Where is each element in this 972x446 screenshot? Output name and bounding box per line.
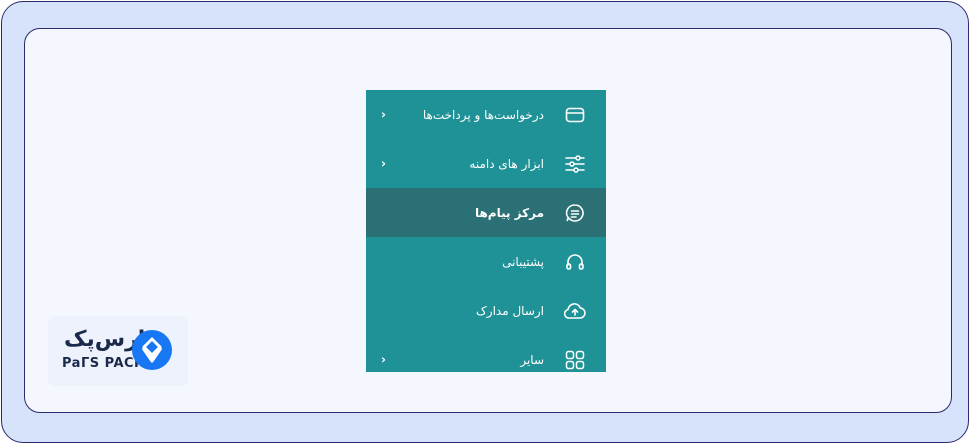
sliders-icon [564, 153, 586, 175]
chevron-icon: › [381, 156, 386, 171]
menu-item-upload-documents[interactable]: ارسال مدارک [366, 286, 606, 335]
menu-item-label: پشتیبانی [502, 254, 544, 269]
chevron-icon: › [381, 352, 386, 367]
menu-item-label: سایر [520, 352, 544, 367]
menu-item-label: درخواست‌ها و پرداخت‌ها [422, 107, 544, 122]
menu-item-label: مرکز پیام‌ها [474, 205, 544, 220]
grid-icon [564, 349, 586, 371]
message-icon [564, 202, 586, 224]
chevron-icon: › [381, 107, 386, 122]
menu-item-message-center[interactable]: مرکز پیام‌ها [366, 188, 606, 237]
menu-item-other[interactable]: سایر › [366, 335, 606, 372]
logo-mark-icon [132, 330, 172, 370]
menu-item-requests-payments[interactable]: درخواست‌ها و پرداخت‌ها › [366, 90, 606, 139]
menu-item-support[interactable]: پشتیبانی [366, 237, 606, 286]
menu-item-label: ابزار های دامنه [469, 156, 544, 171]
headset-icon [564, 251, 586, 273]
parspack-logo: پارس‌پک PaΓS PACK [48, 316, 188, 386]
menu-item-domain-tools[interactable]: ابزار های دامنه › [366, 139, 606, 188]
cloud-upload-icon [564, 300, 586, 322]
credit-card-icon [564, 104, 586, 126]
sidebar-menu: درخواست‌ها و پرداخت‌ها › ابزار های دامنه… [366, 90, 606, 372]
menu-item-label: ارسال مدارک [476, 303, 544, 318]
